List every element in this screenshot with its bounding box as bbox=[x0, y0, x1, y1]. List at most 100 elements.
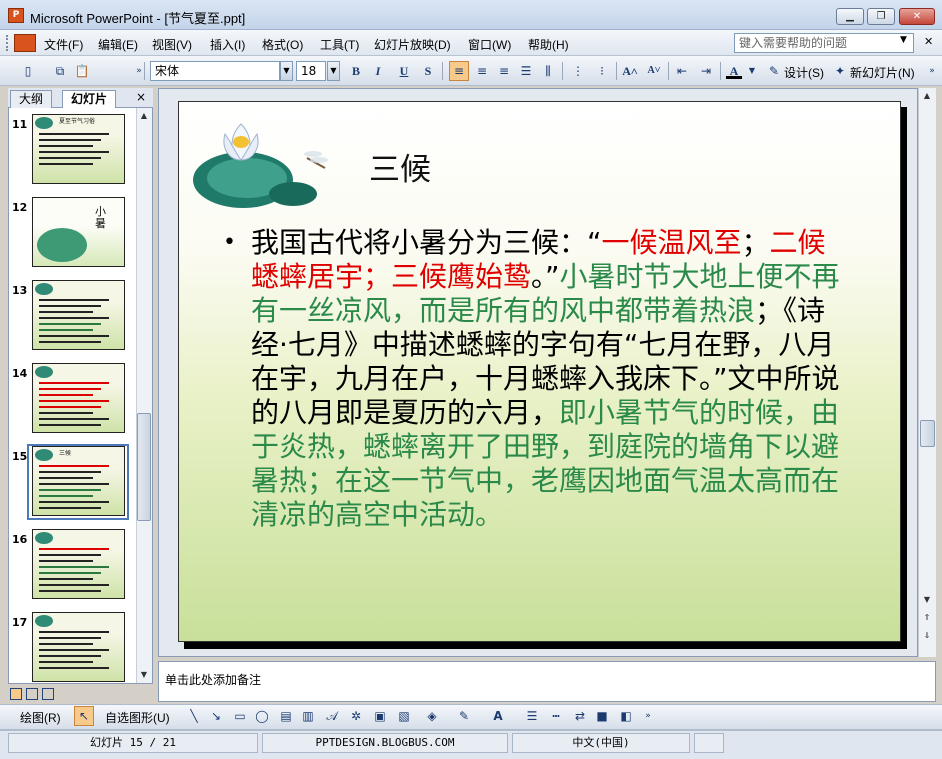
decrease-indent-icon[interactable]: ⇤ bbox=[674, 63, 690, 79]
picture-icon[interactable]: ▧ bbox=[396, 708, 412, 724]
font-name-dropdown-icon[interactable]: ▼ bbox=[280, 61, 293, 81]
bullets-icon[interactable]: ⁝ bbox=[594, 63, 610, 79]
scroll-down-icon[interactable]: ▼ bbox=[136, 667, 152, 683]
menu-item-4[interactable]: 格式(O) bbox=[262, 36, 303, 53]
slide-thumbnail[interactable] bbox=[32, 529, 125, 599]
notes-pane[interactable]: 单击此处添加备注 bbox=[158, 661, 936, 702]
help-search-input[interactable]: 键入需要帮助的问题 bbox=[734, 33, 914, 53]
close-window-button[interactable]: ✕ bbox=[899, 8, 935, 25]
text-run-2: ； bbox=[741, 226, 770, 259]
slide-body-text[interactable]: 我国古代将小暑分为三候：“一候温风至；二候蟋蟀居宇；三候鹰始鸷。”小暑时节大地上… bbox=[223, 226, 845, 532]
underline-button[interactable]: U bbox=[396, 63, 412, 79]
line-icon[interactable]: ╲ bbox=[186, 708, 202, 724]
thumbnails-scrollbar[interactable] bbox=[136, 108, 152, 683]
font-color-dropdown-icon[interactable]: ▼ bbox=[744, 63, 760, 79]
bold-button[interactable]: B bbox=[348, 63, 364, 79]
maximize-button[interactable]: ❐ bbox=[867, 8, 895, 25]
design-icon[interactable]: ✎ bbox=[766, 63, 782, 79]
text-run-4: 。” bbox=[531, 260, 560, 293]
slide-scroll-thumb[interactable] bbox=[920, 420, 935, 447]
next-slide-icon[interactable]: ⇓ bbox=[919, 628, 935, 644]
arrow-style-icon[interactable]: ⇄ bbox=[572, 708, 588, 724]
line-style-icon[interactable]: ☰ bbox=[524, 708, 540, 724]
close-panel-icon[interactable]: × bbox=[136, 90, 146, 104]
shadow-button[interactable]: S bbox=[420, 63, 436, 79]
textbox-icon[interactable]: ▤ bbox=[278, 708, 294, 724]
text-color-icon[interactable]: A bbox=[490, 708, 506, 724]
new-slide-icon[interactable]: ✦ bbox=[832, 63, 848, 79]
wordart-icon[interactable]: 𝒜 bbox=[324, 708, 340, 724]
fill-color-icon[interactable]: ◈ bbox=[424, 708, 440, 724]
copy-icon[interactable]: ⧉ bbox=[52, 63, 68, 79]
autoshapes-button[interactable]: 自选图形(U) bbox=[105, 709, 170, 726]
slide-canvas[interactable]: 三候 • 我国古代将小暑分为三候：“一候温风至；二候蟋蟀居宇；三候鹰始鸷。”小暑… bbox=[178, 101, 901, 642]
thumbnail-number: 11 bbox=[12, 118, 28, 131]
menu-item-7[interactable]: 窗口(W) bbox=[468, 36, 511, 53]
slide-sorter-view-icon[interactable] bbox=[26, 688, 38, 700]
font-color-icon[interactable]: A bbox=[726, 63, 742, 79]
menu-item-0[interactable]: 文件(F) bbox=[44, 36, 83, 53]
diagram-icon[interactable]: ✲ bbox=[348, 708, 364, 724]
drawing-toolbar-options-icon[interactable]: » bbox=[640, 708, 656, 724]
align-center-icon[interactable]: ≡ bbox=[474, 63, 490, 79]
arrow-icon[interactable]: ↘ bbox=[208, 708, 224, 724]
increase-indent-icon[interactable]: ⇥ bbox=[698, 63, 714, 79]
slide-title[interactable]: 三候 bbox=[369, 144, 431, 189]
toolbar-overflow-icon[interactable]: » bbox=[924, 63, 940, 79]
tab-outline[interactable]: 大纲 bbox=[10, 90, 53, 108]
oval-icon[interactable]: ◯ bbox=[254, 708, 270, 724]
justify-icon[interactable]: ☰ bbox=[518, 63, 534, 79]
shadow-style-icon[interactable]: ■ bbox=[594, 708, 610, 724]
font-name-select[interactable]: 宋体 bbox=[150, 61, 280, 81]
thumbnail-text-line bbox=[39, 311, 93, 313]
paste-icon[interactable]: 📋 bbox=[74, 63, 90, 79]
menu-item-2[interactable]: 视图(V) bbox=[152, 36, 192, 53]
scroll-down-icon[interactable]: ▼ bbox=[919, 592, 935, 608]
minimize-button[interactable]: ▁ bbox=[836, 8, 864, 25]
menu-grip[interactable] bbox=[6, 35, 10, 51]
distribute-icon[interactable]: ⫼ bbox=[540, 63, 556, 79]
rectangle-icon[interactable]: ▭ bbox=[232, 708, 248, 724]
decrease-font-icon[interactable]: A˅ bbox=[646, 63, 662, 79]
3d-style-icon[interactable]: ◧ bbox=[618, 708, 634, 724]
numbering-icon[interactable]: ⋮ bbox=[570, 63, 586, 79]
help-dropdown-icon[interactable]: ▼ bbox=[900, 35, 907, 45]
increase-font-icon[interactable]: A˄ bbox=[622, 63, 638, 79]
slide-thumbnail[interactable]: 小暑 bbox=[32, 197, 125, 267]
slide-scrollbar[interactable] bbox=[918, 88, 936, 657]
thumbnails-scroll-thumb[interactable] bbox=[137, 413, 151, 521]
clipart-icon[interactable]: ▣ bbox=[372, 708, 388, 724]
normal-view-icon[interactable] bbox=[10, 688, 22, 700]
slide-thumbnail[interactable] bbox=[32, 280, 125, 350]
font-size-dropdown-icon[interactable]: ▼ bbox=[327, 61, 340, 81]
document-icon[interactable] bbox=[14, 34, 36, 52]
slide-thumbnail[interactable] bbox=[32, 612, 125, 682]
menu-item-1[interactable]: 编辑(E) bbox=[98, 36, 138, 53]
previous-slide-icon[interactable]: ⇑ bbox=[919, 610, 935, 626]
separator bbox=[668, 62, 669, 80]
menu-item-3[interactable]: 插入(I) bbox=[210, 36, 245, 53]
tab-slides[interactable]: 幻灯片 bbox=[62, 90, 117, 108]
line-color-icon[interactable]: ✎ bbox=[456, 708, 472, 724]
vertical-textbox-icon[interactable]: ▥ bbox=[300, 708, 316, 724]
slide-thumbnail[interactable] bbox=[32, 363, 125, 433]
new-slide-button[interactable]: 新幻灯片(N) bbox=[850, 64, 915, 81]
separator bbox=[562, 62, 563, 80]
font-size-select[interactable]: 18 bbox=[296, 61, 326, 81]
menu-item-6[interactable]: 幻灯片放映(D) bbox=[374, 36, 451, 53]
align-right-icon[interactable]: ≡ bbox=[496, 63, 512, 79]
italic-button[interactable]: I bbox=[370, 63, 386, 79]
dash-style-icon[interactable]: ┅ bbox=[548, 708, 564, 724]
close-document-icon[interactable]: ✕ bbox=[924, 35, 933, 48]
design-button[interactable]: 设计(S) bbox=[784, 64, 824, 81]
thumbnail-text-line bbox=[39, 341, 101, 343]
scroll-up-icon[interactable]: ▲ bbox=[136, 108, 152, 124]
powerpoint-app-icon[interactable]: P bbox=[8, 8, 24, 23]
scroll-up-icon[interactable]: ▲ bbox=[919, 88, 935, 104]
slide-show-view-icon[interactable] bbox=[42, 688, 54, 700]
menu-item-5[interactable]: 工具(T) bbox=[320, 36, 359, 53]
new-file-icon[interactable]: ▯ bbox=[20, 63, 36, 79]
menu-item-8[interactable]: 帮助(H) bbox=[528, 36, 569, 53]
draw-menu-button[interactable]: 绘图(R) bbox=[20, 709, 61, 726]
slide-thumbnail[interactable]: 夏至节气习俗 bbox=[32, 114, 125, 184]
